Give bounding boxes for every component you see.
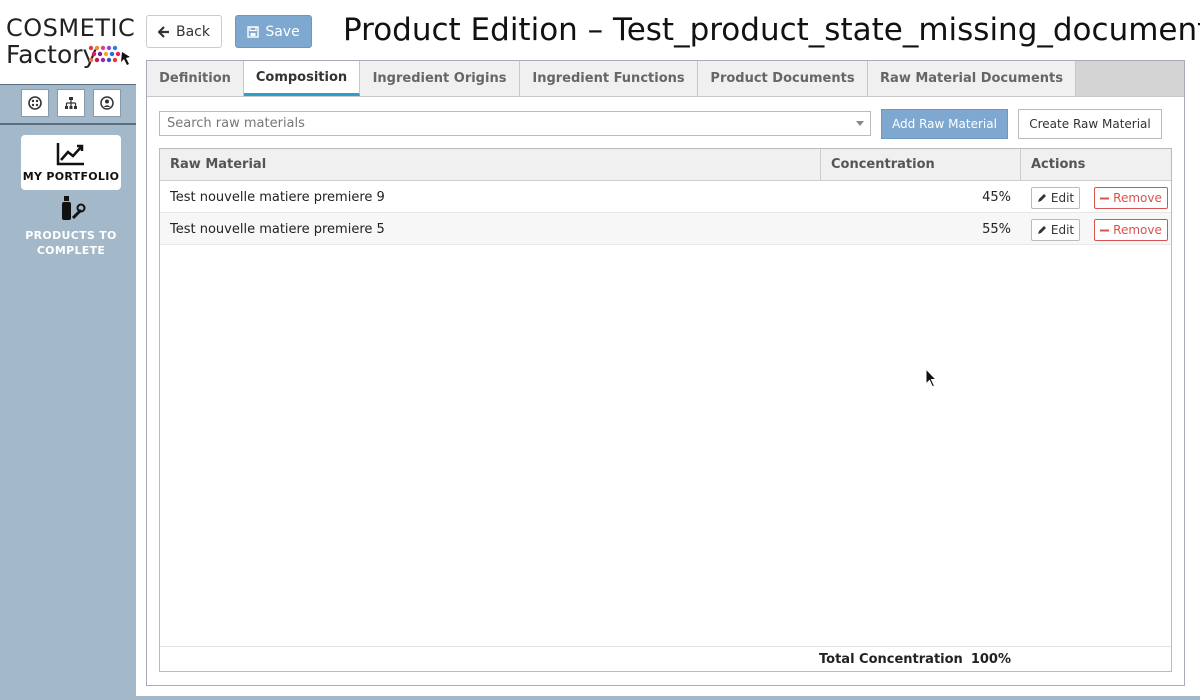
back-button[interactable]: Back (146, 15, 222, 48)
add-raw-material-button[interactable]: Add Raw Material (881, 109, 1008, 139)
table-row: Test nouvelle matiere premiere 9 45% Edi… (160, 181, 1171, 213)
tab-bar: Definition Composition Ingredient Origin… (147, 61, 1184, 96)
user-icon (100, 96, 114, 110)
back-button-label: Back (176, 23, 210, 40)
tab-composition[interactable]: Composition (244, 61, 360, 96)
minus-icon (1100, 197, 1110, 199)
edit-button[interactable]: Edit (1031, 219, 1080, 241)
table-row: Test nouvelle matiere premiere 5 55% Edi… (160, 213, 1171, 245)
sidebar-divider (0, 123, 136, 125)
tab-ingredient-functions[interactable]: Ingredient Functions (520, 61, 698, 96)
mouse-cursor-icon (925, 368, 938, 388)
total-concentration-value: 100% (970, 652, 1011, 667)
arrow-left-icon (158, 25, 169, 38)
column-header-actions: Actions (1031, 157, 1086, 172)
remove-button[interactable]: Remove (1094, 187, 1168, 209)
remove-button-label: Remove (1113, 191, 1162, 205)
sidebar-toolbar (0, 85, 136, 123)
nav-label: MY PORTFOLIO (22, 170, 120, 183)
pencil-icon (1037, 194, 1046, 202)
sitemap-button[interactable] (57, 89, 85, 117)
logo[interactable]: COSMETIC Factory (0, 0, 136, 84)
sidebar: COSMETIC Factory MY PORTFOLIO PRODUCTS T… (0, 0, 136, 700)
tab-ingredient-origins[interactable]: Ingredient Origins (360, 61, 520, 96)
concentration-value: 45% (982, 189, 1011, 205)
raw-material-name: Test nouvelle matiere premiere 9 (170, 189, 385, 205)
chart-line-icon (56, 143, 84, 166)
nav-products-to-complete[interactable]: PRODUCTS TO COMPLETE (21, 194, 121, 258)
edit-button-label: Edit (1050, 223, 1075, 237)
save-button[interactable]: Save (235, 15, 312, 48)
raw-material-search-select[interactable]: Search raw materials (159, 111, 871, 136)
remove-button[interactable]: Remove (1094, 219, 1168, 241)
table-footer: Total Concentration 100% (160, 646, 1171, 672)
tab-definition[interactable]: Definition (147, 61, 244, 96)
raw-material-name: Test nouvelle matiere premiere 5 (170, 221, 385, 237)
minus-icon (1100, 229, 1110, 231)
logo-text-line2: Factory (6, 40, 98, 69)
tabs-divider (147, 96, 1184, 97)
table-header: Raw Material Concentration Actions (160, 149, 1171, 181)
pencil-icon (1037, 226, 1046, 234)
palette-icon (28, 96, 42, 110)
page-title: Product Edition – Test_product_state_mis… (343, 12, 1200, 48)
edit-button-label: Edit (1050, 191, 1075, 205)
sitemap-icon (65, 97, 77, 109)
save-button-label: Save (265, 23, 300, 40)
remove-button-label: Remove (1113, 223, 1162, 237)
total-concentration-label: Total Concentration (819, 652, 963, 667)
floppy-disk-icon (247, 25, 260, 38)
tab-raw-material-documents[interactable]: Raw Material Documents (868, 61, 1076, 96)
user-button[interactable] (93, 89, 121, 117)
total-concentration: Total Concentration 100% (760, 647, 1011, 672)
column-header-concentration[interactable]: Concentration (821, 149, 1021, 180)
palette-button[interactable] (21, 89, 49, 117)
tab-product-documents[interactable]: Product Documents (698, 61, 868, 96)
edition-panel: Definition Composition Ingredient Origin… (146, 60, 1185, 686)
composition-table: Raw Material Concentration Actions Test … (159, 148, 1172, 672)
search-placeholder: Search raw materials (167, 116, 305, 131)
logo-text-line1: COSMETIC (6, 14, 136, 42)
caret-down-icon[interactable] (856, 121, 864, 126)
logo-dots-icon (88, 45, 130, 65)
bottle-wrench-icon (62, 196, 86, 220)
edit-button[interactable]: Edit (1031, 187, 1080, 209)
column-header-raw-material[interactable]: Raw Material (160, 149, 821, 180)
nav-label: PRODUCTS TO COMPLETE (25, 229, 117, 257)
nav-my-portfolio[interactable]: MY PORTFOLIO (21, 135, 121, 190)
concentration-value: 55% (982, 221, 1011, 237)
create-raw-material-button[interactable]: Create Raw Material (1018, 109, 1162, 139)
